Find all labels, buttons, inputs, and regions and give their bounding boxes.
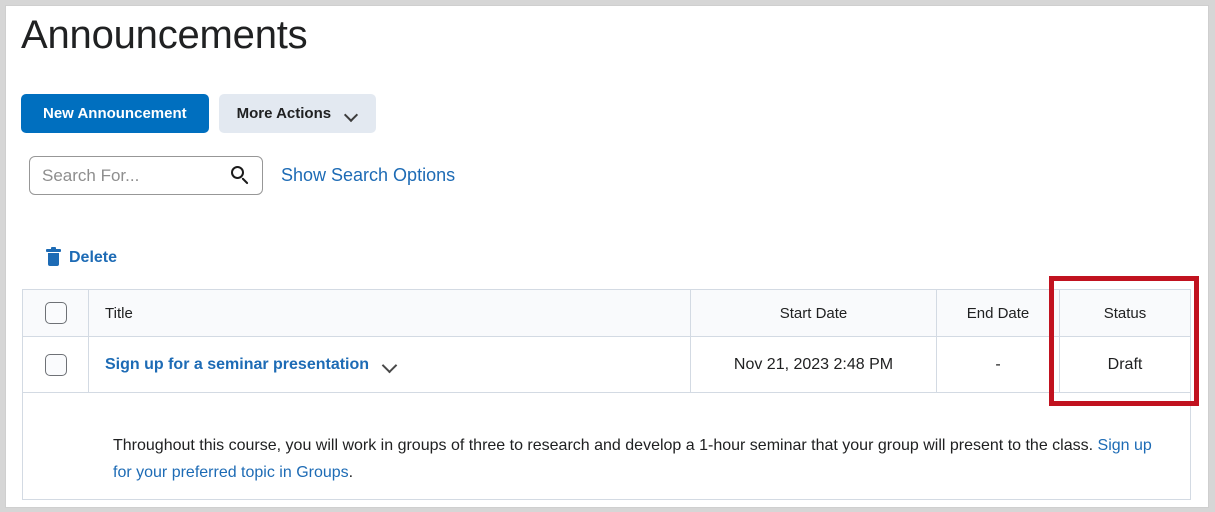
trash-icon bbox=[46, 247, 61, 267]
column-header-select-all bbox=[22, 289, 89, 337]
search-icon[interactable] bbox=[231, 166, 251, 186]
more-actions-label: More Actions bbox=[236, 105, 332, 122]
page-title: Announcements bbox=[21, 13, 308, 57]
trash-icon-lid bbox=[46, 249, 61, 252]
page-frame: Announcements New Announcement More Acti… bbox=[0, 0, 1215, 512]
column-header-status[interactable]: Status bbox=[1059, 289, 1191, 337]
announcement-body-text-before: Throughout this course, you will work in… bbox=[113, 437, 1098, 454]
row-end-date: - bbox=[936, 336, 1060, 393]
page-canvas: Announcements New Announcement More Acti… bbox=[5, 5, 1209, 508]
table-body: Sign up for a seminar presentation Nov 2… bbox=[22, 336, 1191, 500]
more-actions-button[interactable]: More Actions bbox=[218, 94, 377, 133]
show-search-options-link[interactable]: Show Search Options bbox=[281, 165, 455, 186]
row-title-cell: Sign up for a seminar presentation bbox=[88, 336, 691, 393]
search-row: Show Search Options bbox=[29, 156, 455, 195]
new-announcement-button[interactable]: New Announcement bbox=[21, 94, 209, 133]
table-header: Title Start Date End Date Status bbox=[22, 289, 1191, 337]
row-checkbox[interactable] bbox=[44, 353, 67, 376]
column-header-start-date[interactable]: Start Date bbox=[690, 289, 937, 337]
row-start-date: Nov 21, 2023 2:48 PM bbox=[690, 336, 937, 393]
announcement-body-cell: Throughout this course, you will work in… bbox=[22, 392, 1191, 500]
chevron-down-icon bbox=[345, 110, 358, 118]
announcement-title-link[interactable]: Sign up for a seminar presentation bbox=[105, 356, 369, 374]
chevron-down-icon[interactable] bbox=[383, 360, 397, 369]
column-header-end-date[interactable]: End Date bbox=[936, 289, 1060, 337]
delete-label: Delete bbox=[69, 249, 118, 266]
announcements-table-wrapper: Title Start Date End Date Status Sign up… bbox=[22, 289, 1191, 500]
select-all-checkbox[interactable] bbox=[44, 302, 67, 324]
table-header-row: Title Start Date End Date Status bbox=[22, 289, 1191, 337]
table-row-body: Throughout this course, you will work in… bbox=[22, 392, 1191, 500]
column-header-title[interactable]: Title bbox=[88, 289, 691, 337]
row-select-cell bbox=[22, 336, 89, 393]
announcement-body: Throughout this course, you will work in… bbox=[113, 432, 1154, 486]
table-row: Sign up for a seminar presentation Nov 2… bbox=[22, 336, 1191, 393]
action-button-row: New Announcement More Actions bbox=[21, 94, 377, 133]
search-box[interactable] bbox=[29, 156, 263, 195]
delete-button[interactable]: Delete bbox=[46, 247, 118, 267]
announcement-body-text-after: . bbox=[348, 464, 354, 481]
search-icon-handle bbox=[241, 177, 249, 185]
announcements-table: Title Start Date End Date Status Sign up… bbox=[22, 289, 1191, 500]
trash-icon-can bbox=[48, 253, 59, 266]
title-line: Sign up for a seminar presentation bbox=[105, 356, 690, 374]
row-status: Draft bbox=[1059, 336, 1191, 393]
search-input[interactable] bbox=[30, 157, 262, 194]
